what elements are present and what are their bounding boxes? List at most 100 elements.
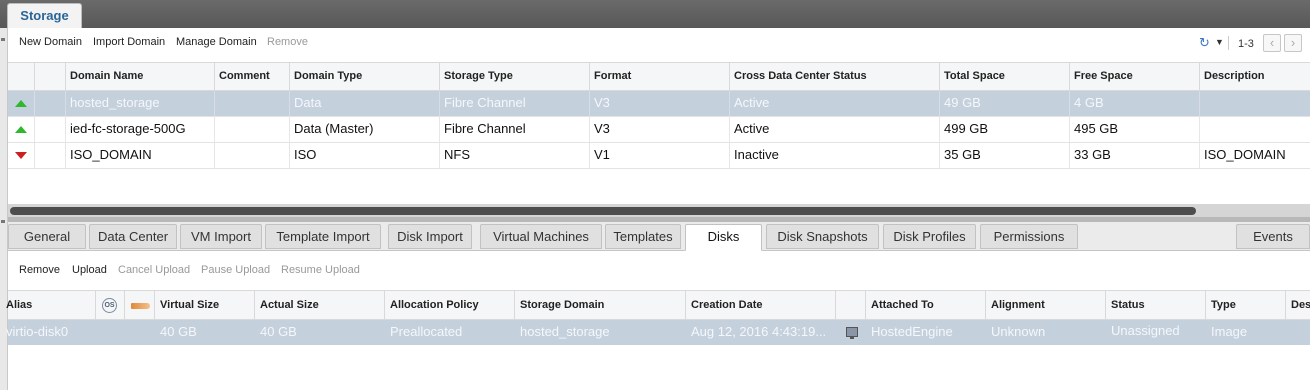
actual-size-cell: 40 GB — [260, 324, 297, 339]
tab-general[interactable]: General — [8, 224, 86, 249]
import-domain-button[interactable]: Import Domain — [93, 36, 165, 48]
column-header[interactable]: Alias — [3, 291, 96, 320]
column-header[interactable]: Format — [590, 63, 730, 91]
format-cell: V3 — [590, 91, 730, 116]
column-header[interactable]: Domain Name — [66, 63, 215, 91]
column-header[interactable]: Total Space — [940, 63, 1070, 91]
upload-button[interactable]: Upload — [72, 264, 107, 276]
tab-disk-import[interactable]: Disk Import — [388, 224, 472, 249]
column-header[interactable]: Storage Domain — [515, 291, 686, 320]
tab-storage[interactable]: Storage — [7, 3, 82, 29]
os-icon: OS — [102, 298, 117, 313]
storage-type-cell: NFS — [440, 143, 590, 168]
icon-column-header — [35, 63, 66, 91]
pause-upload-button[interactable]: Pause Upload — [201, 264, 270, 276]
domain-grid-header: Domain Name Comment Domain Type Storage … — [8, 62, 1310, 91]
vm-icon — [846, 327, 858, 339]
remove-disk-button[interactable]: Remove — [19, 264, 60, 276]
disk-grid-header: Alias OS Virtual Size Actual Size Alloca… — [6, 290, 1310, 320]
horizontal-scrollbar[interactable] — [8, 204, 1310, 217]
type-cell: Image — [1211, 324, 1248, 339]
domain-type-cell: ISO — [290, 143, 440, 168]
column-header[interactable]: Attached To — [866, 291, 986, 320]
free-space-cell: 4 GB — [1070, 91, 1200, 116]
column-header[interactable]: Type — [1206, 291, 1286, 320]
format-cell: V1 — [590, 143, 730, 168]
column-header[interactable]: Virtual Size — [155, 291, 255, 320]
prev-page-button[interactable]: ‹ — [1263, 34, 1281, 52]
table-row[interactable]: ied-fc-storage-500G Data (Master) Fibre … — [8, 117, 1310, 143]
detail-tabs: General Data Center VM Import Template I… — [8, 222, 1310, 251]
vm-icon-column-header[interactable] — [836, 291, 866, 320]
storage-domain-cell: hosted_storage — [520, 324, 610, 339]
domain-type-cell: Data (Master) — [290, 117, 440, 142]
status-up-icon — [15, 100, 27, 107]
tab-disks[interactable]: Disks — [685, 224, 762, 251]
column-header[interactable]: Storage Type — [440, 63, 590, 91]
column-header[interactable]: Creation Date — [686, 291, 836, 320]
alias-cell: virtio-disk0 — [6, 324, 69, 339]
tab-disk-snapshots[interactable]: Disk Snapshots — [766, 224, 879, 249]
divider — [1228, 36, 1229, 50]
next-page-button[interactable]: › — [1284, 34, 1302, 52]
manage-domain-button[interactable]: Manage Domain — [176, 36, 257, 48]
free-space-cell: 495 GB — [1070, 117, 1200, 142]
total-space-cell: 499 GB — [940, 117, 1070, 142]
dc-status-cell: Inactive — [730, 143, 940, 168]
icon-cell — [35, 117, 66, 142]
refresh-icon[interactable]: ↻ — [1199, 36, 1213, 50]
column-header[interactable]: Actual Size — [255, 291, 385, 320]
column-header[interactable]: Free Space — [1070, 63, 1200, 91]
pen-icon — [131, 303, 150, 309]
collapse-handle-icon[interactable] — [1, 38, 5, 41]
new-domain-button[interactable]: New Domain — [19, 36, 82, 48]
domain-toolbar: New Domain Import Domain Manage Domain R… — [8, 28, 1310, 60]
tab-permissions[interactable]: Permissions — [980, 224, 1078, 249]
column-header[interactable]: Status — [1106, 291, 1206, 320]
format-cell: V3 — [590, 117, 730, 142]
column-header[interactable]: Description — [1200, 63, 1310, 91]
dc-status-cell: Active — [730, 91, 940, 116]
column-header[interactable]: Allocation Policy — [385, 291, 515, 320]
status-cell — [8, 143, 35, 168]
tab-data-center[interactable]: Data Center — [89, 224, 177, 249]
icon-cell — [35, 91, 66, 116]
total-space-cell: 49 GB — [940, 91, 1070, 116]
comment-cell — [215, 91, 290, 116]
tab-events[interactable]: Events — [1236, 224, 1310, 249]
table-row[interactable]: virtio-disk0 40 GB 40 GB Preallocated ho… — [6, 320, 1310, 345]
table-row[interactable]: hosted_storage Data Fibre Channel V3 Act… — [8, 91, 1310, 117]
tab-virtual-machines[interactable]: Virtual Machines — [480, 224, 602, 249]
status-cell: Unassigned — [1111, 323, 1180, 338]
tab-templates[interactable]: Templates — [605, 224, 681, 249]
column-header[interactable]: Comment — [215, 63, 290, 91]
icon-cell — [35, 143, 66, 168]
resume-upload-button[interactable]: Resume Upload — [281, 264, 360, 276]
status-cell — [8, 91, 35, 116]
column-header[interactable]: Domain Type — [290, 63, 440, 91]
scrollbar-thumb[interactable] — [10, 207, 1196, 215]
collapse-handle-icon-lower[interactable] — [1, 220, 5, 223]
tab-disk-profiles[interactable]: Disk Profiles — [883, 224, 976, 249]
paging-range: 1-3 — [1238, 38, 1254, 50]
comment-cell — [215, 143, 290, 168]
tab-vm-import[interactable]: VM Import — [180, 224, 262, 249]
storage-type-cell: Fibre Channel — [440, 117, 590, 142]
remove-domain-button[interactable]: Remove — [267, 36, 308, 48]
column-header[interactable]: Cross Data Center Status — [730, 63, 940, 91]
refresh-dropdown-icon[interactable]: ▼ — [1215, 37, 1224, 47]
domain-name-cell: hosted_storage — [66, 91, 215, 116]
description-cell: ISO_DOMAIN — [1204, 147, 1286, 162]
top-bar: Storage — [0, 0, 1310, 29]
description-cell — [1200, 91, 1310, 116]
cancel-upload-button[interactable]: Cancel Upload — [118, 264, 190, 276]
tab-template-import[interactable]: Template Import — [265, 224, 381, 249]
status-down-icon — [15, 152, 27, 159]
allocation-policy-cell: Preallocated — [390, 324, 463, 339]
total-space-cell: 35 GB — [940, 143, 1070, 168]
creation-date-cell: Aug 12, 2016 4:43:19... — [691, 324, 827, 339]
column-header[interactable]: Alignment — [986, 291, 1106, 320]
status-up-icon — [15, 126, 27, 133]
column-header[interactable]: Des — [1286, 291, 1310, 320]
table-row[interactable]: ISO_DOMAIN ISO NFS V1 Inactive 35 GB 33 … — [8, 143, 1310, 169]
